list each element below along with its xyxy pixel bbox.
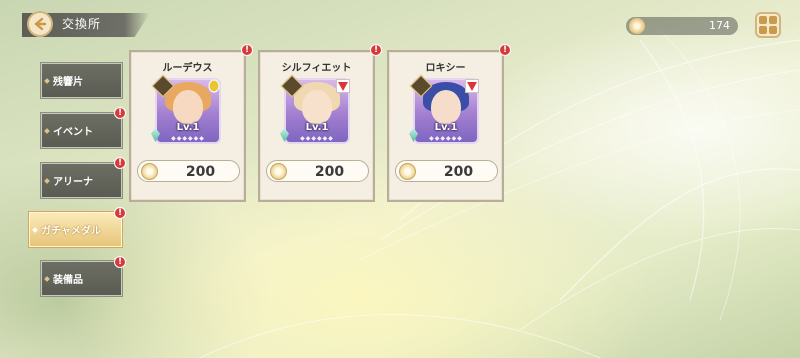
menu-button[interactable] <box>755 12 781 38</box>
star-rating: ◆◆◆◆◆◆ <box>171 135 205 142</box>
grid-icon-cell <box>759 26 767 34</box>
red-triangle-icon <box>465 79 479 93</box>
grid-icon-cell <box>769 26 777 34</box>
sidebar-item-echo-fragment[interactable]: 残響片 <box>40 62 123 99</box>
sidebar-item-label: ガチャメダル <box>41 226 101 237</box>
medal-coin-icon <box>399 163 416 180</box>
character-name: ロキシー <box>425 63 466 74</box>
diamond-icon <box>44 178 50 184</box>
sidebar-item-label: イベント <box>53 127 93 138</box>
back-button[interactable] <box>27 11 53 37</box>
exchange-card[interactable]: ロキシー Lv.1 ◆◆◆◆◆◆ 200 <box>387 50 504 202</box>
sidebar-item-gacha-medal[interactable]: ガチャメダル <box>28 211 123 248</box>
sidebar-item-equipment[interactable]: 装備品 <box>40 260 123 297</box>
portrait-face <box>173 90 203 124</box>
sidebar-item-label: 装備品 <box>53 275 83 286</box>
portrait-face <box>302 90 332 124</box>
character-name: シルフィエット <box>281 63 352 74</box>
red-triangle-icon <box>336 79 350 93</box>
diamond-icon <box>32 227 38 233</box>
notification-badge: ! <box>370 44 382 56</box>
star-rating: ◆◆◆◆◆◆ <box>300 135 334 142</box>
notification-badge: ! <box>114 256 126 268</box>
price-value: 200 <box>443 164 474 180</box>
currency-display: 174 <box>626 17 738 35</box>
star-rating: ◆◆◆◆◆◆ <box>429 135 463 142</box>
sidebar-item-arena[interactable]: アリーナ <box>40 162 123 199</box>
notification-badge: ! <box>114 107 126 119</box>
price-button[interactable]: 200 <box>137 160 240 182</box>
price-value: 200 <box>185 164 216 180</box>
sidebar-item-label: 残響片 <box>53 77 83 88</box>
sidebar-item-label: アリーナ <box>53 177 93 188</box>
notification-badge: ! <box>114 157 126 169</box>
back-arrow-icon <box>34 17 47 31</box>
level-label: Lv.1 <box>434 122 458 133</box>
sidebar-item-event[interactable]: イベント <box>40 112 123 149</box>
diamond-icon <box>44 78 50 84</box>
yellow-orb-icon <box>208 79 220 93</box>
level-label: Lv.1 <box>176 122 200 133</box>
currency-value: 174 <box>709 19 730 32</box>
diamond-icon <box>44 276 50 282</box>
notification-badge: ! <box>114 207 126 219</box>
grid-icon-cell <box>769 16 777 24</box>
price-button[interactable]: 200 <box>395 160 498 182</box>
page-title: 交換所 <box>62 17 102 31</box>
price-button[interactable]: 200 <box>266 160 369 182</box>
diamond-icon <box>44 128 50 134</box>
notification-badge: ! <box>241 44 253 56</box>
medal-coin-icon <box>629 18 645 34</box>
level-label: Lv.1 <box>305 122 329 133</box>
grid-icon <box>759 16 767 24</box>
exchange-card[interactable]: ルーデウス Lv.1 ◆◆◆◆◆◆ 200 <box>129 50 246 202</box>
price-value: 200 <box>314 164 345 180</box>
exchange-card[interactable]: シルフィエット Lv.1 ◆◆◆◆◆◆ 200 <box>258 50 375 202</box>
notification-badge: ! <box>499 44 511 56</box>
medal-coin-icon <box>270 163 287 180</box>
character-name: ルーデウス <box>162 63 213 74</box>
portrait-face <box>431 90 461 124</box>
medal-coin-icon <box>141 163 158 180</box>
